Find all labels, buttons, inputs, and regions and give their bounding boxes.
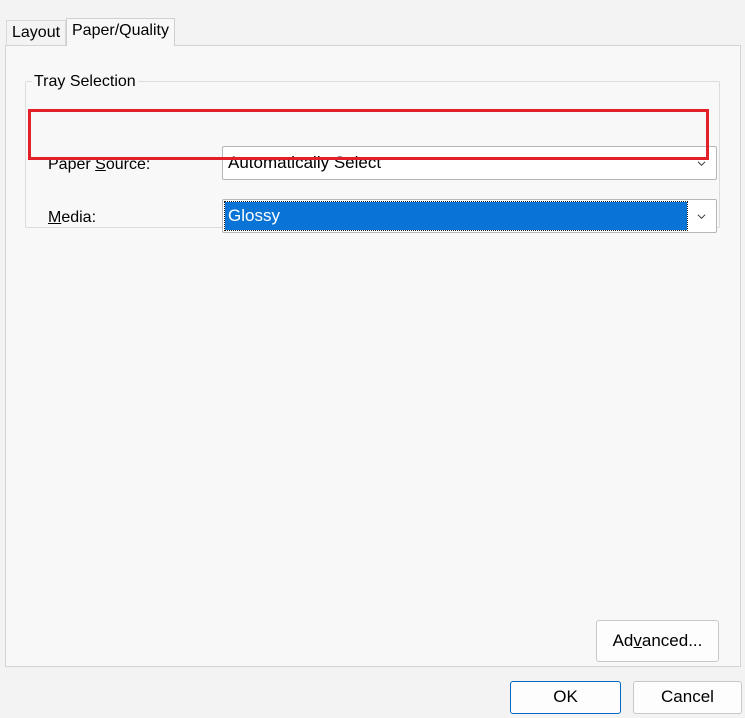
chevron-down-icon bbox=[697, 161, 706, 167]
tray-selection-title: Tray Selection bbox=[32, 73, 138, 91]
tab-paper-quality-label: Paper/Quality bbox=[72, 22, 169, 39]
advanced-button[interactable]: Advanced... bbox=[596, 620, 719, 662]
tab-paper-quality[interactable]: Paper/Quality bbox=[66, 18, 175, 46]
media-label: Media: bbox=[48, 209, 97, 226]
paper-source-mnemonic: S bbox=[95, 156, 106, 173]
ok-button[interactable]: OK bbox=[510, 681, 621, 714]
chevron-down-icon bbox=[697, 214, 706, 220]
paper-source-value: Automatically Select bbox=[228, 153, 382, 172]
paper-source-dropdown[interactable]: Automatically Select bbox=[222, 146, 717, 180]
media-mnemonic: M bbox=[48, 209, 62, 226]
tab-strip: Layout Paper/Quality bbox=[0, 0, 745, 46]
advanced-mnemonic: v bbox=[633, 631, 642, 650]
cancel-button[interactable]: Cancel bbox=[633, 681, 742, 714]
tab-panel-paper-quality: Tray Selection Paper Source: Automatical… bbox=[5, 45, 741, 667]
tab-layout-label: Layout bbox=[12, 24, 61, 41]
tray-selection-group: Tray Selection Paper Source: Automatical… bbox=[25, 73, 720, 233]
media-dropdown[interactable]: Glossy bbox=[222, 199, 717, 233]
media-value: Glossy bbox=[224, 201, 688, 231]
tab-layout[interactable]: Layout bbox=[6, 20, 67, 46]
paper-source-label: Paper Source: bbox=[48, 156, 151, 173]
